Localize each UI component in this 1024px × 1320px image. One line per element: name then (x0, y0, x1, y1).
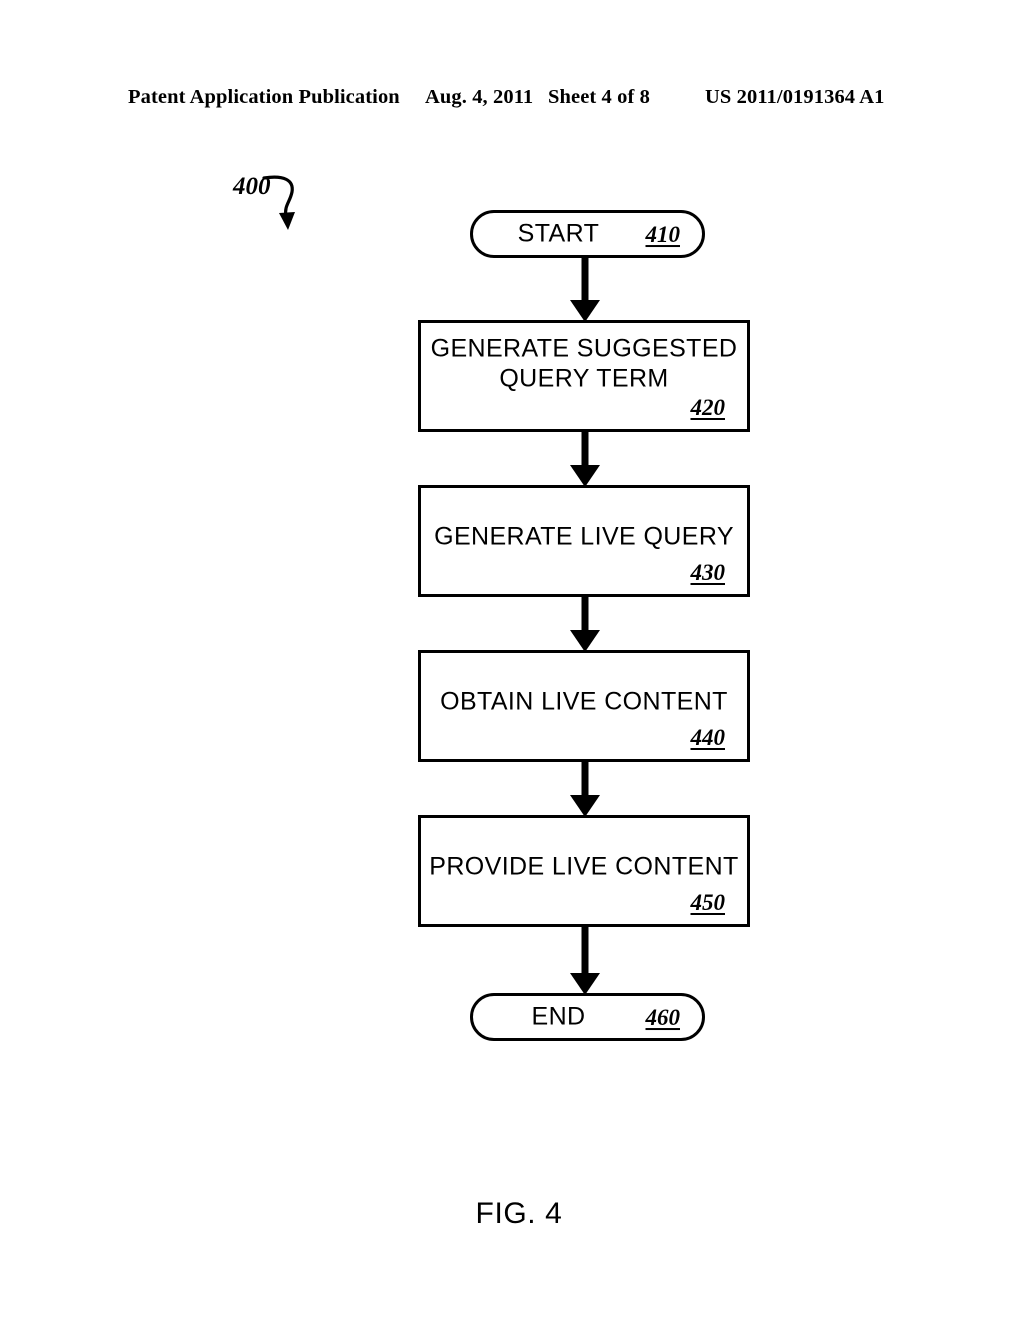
flow-node-430-label: GENERATE LIVE QUERY (434, 522, 734, 551)
edge-420-430 (570, 432, 600, 487)
flow-node-420-label: GENERATE SUGGESTED QUERY TERM (430, 334, 738, 393)
edge-440-450 (570, 762, 600, 817)
flow-node-450-label: PROVIDE LIVE CONTENT (429, 852, 739, 881)
flow-node-end-ref: 460 (645, 1005, 681, 1031)
flow-node-440-ref: 440 (690, 725, 726, 750)
flow-node-generate-suggested-query-term[interactable]: GENERATE SUGGESTED QUERY TERM 420 (418, 320, 753, 435)
flow-node-end[interactable]: END 460 (470, 993, 708, 1044)
figure-caption-text: FIG. 4 (475, 1197, 563, 1230)
edge-410-420 (570, 257, 600, 322)
flow-node-start[interactable]: START 410 (470, 210, 708, 261)
flow-node-generate-live-query[interactable]: GENERATE LIVE QUERY 430 (418, 485, 753, 600)
flow-node-440-label: OBTAIN LIVE CONTENT (440, 687, 728, 716)
flow-node-430-ref: 430 (690, 560, 726, 585)
flow-node-420-ref: 420 (690, 395, 726, 420)
edge-430-440 (570, 597, 600, 652)
figure-caption: FIG. 4 (0, 1197, 1024, 1231)
flow-node-start-ref: 410 (645, 222, 681, 248)
flowchart-diagram: START 410 GENERATE SUGGESTED QUERY TERM … (0, 0, 1024, 1320)
flow-node-obtain-live-content[interactable]: OBTAIN LIVE CONTENT 440 (418, 650, 753, 765)
flow-node-provide-live-content[interactable]: PROVIDE LIVE CONTENT 450 (418, 815, 753, 930)
flow-node-450-ref: 450 (690, 890, 726, 915)
edge-450-460 (570, 927, 600, 995)
